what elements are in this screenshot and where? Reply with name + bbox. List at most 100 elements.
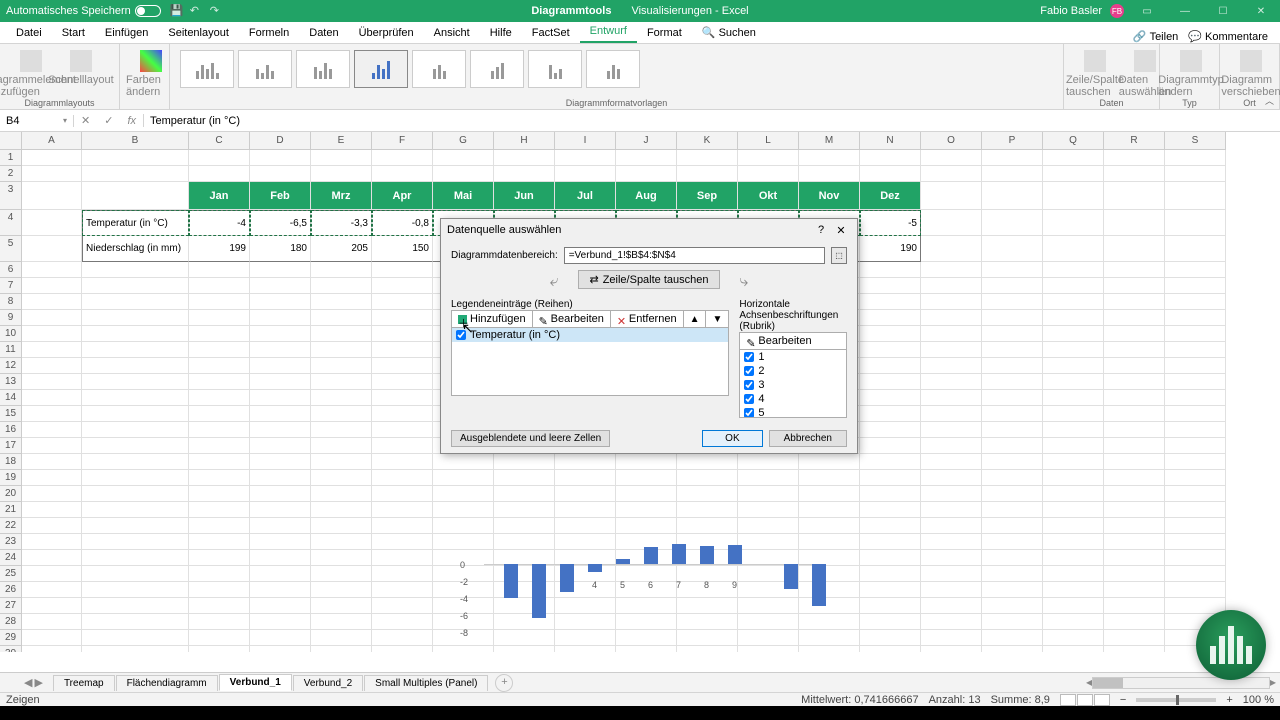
avatar[interactable]: FB bbox=[1110, 4, 1124, 18]
col-header[interactable]: L bbox=[738, 132, 799, 150]
edit-series-button[interactable]: ✎Bearbeiten bbox=[533, 311, 611, 327]
cancel-button[interactable]: Abbrechen bbox=[769, 430, 847, 447]
row-header[interactable]: 8 bbox=[0, 294, 22, 310]
formula-input[interactable]: Temperatur (in °C) bbox=[144, 115, 1280, 127]
row-header[interactable]: 26 bbox=[0, 582, 22, 598]
tab-suchen[interactable]: 🔍 Suchen bbox=[692, 22, 766, 43]
row-header[interactable]: 30 bbox=[0, 646, 22, 652]
add-chart-element-button[interactable]: Diagrammelement hinzufügen bbox=[6, 46, 56, 98]
category-item[interactable]: 1 bbox=[740, 350, 846, 364]
prev-sheet-icon[interactable]: ◀ bbox=[24, 676, 32, 689]
cancel-formula-icon[interactable]: ✕ bbox=[81, 114, 90, 127]
tab-einfuegen[interactable]: Einfügen bbox=[95, 23, 158, 43]
row-header[interactable]: 29 bbox=[0, 630, 22, 646]
row-header[interactable]: 4 bbox=[0, 210, 22, 236]
collapse-ribbon-icon[interactable]: ︿ bbox=[1265, 94, 1274, 107]
minimize-icon[interactable]: — bbox=[1170, 0, 1200, 22]
horizontal-scrollbar[interactable]: ◀ ▶ bbox=[1086, 676, 1276, 690]
series-listbox[interactable]: Temperatur (in °C) bbox=[451, 328, 729, 396]
col-header[interactable]: J bbox=[616, 132, 677, 150]
row-header[interactable]: 22 bbox=[0, 518, 22, 534]
row-header[interactable]: 19 bbox=[0, 470, 22, 486]
tab-daten[interactable]: Daten bbox=[299, 23, 348, 43]
col-header[interactable]: M bbox=[799, 132, 860, 150]
sheet-tab-active[interactable]: Verbund_1 bbox=[219, 674, 292, 691]
col-header[interactable]: I bbox=[555, 132, 616, 150]
sheet-tab[interactable]: Flächendiagramm bbox=[116, 675, 218, 691]
category-item[interactable]: 2 bbox=[740, 364, 846, 378]
row-header[interactable]: 12 bbox=[0, 358, 22, 374]
change-chart-type-button[interactable]: Diagrammtyp ändern bbox=[1166, 46, 1216, 98]
add-series-button[interactable]: ＋Hinzufügen bbox=[452, 311, 533, 327]
category-item[interactable]: 3 bbox=[740, 378, 846, 392]
row-header[interactable]: 24 bbox=[0, 550, 22, 566]
switch-row-column-button[interactable]: ⇄ Zeile/Spalte tauschen bbox=[578, 270, 719, 289]
hidden-cells-button[interactable]: Ausgeblendete und leere Zellen bbox=[451, 430, 610, 447]
chart-data-range-input[interactable] bbox=[564, 247, 825, 264]
add-sheet-icon[interactable]: + bbox=[495, 674, 513, 692]
row-header[interactable]: 28 bbox=[0, 614, 22, 630]
zoom-in-icon[interactable]: + bbox=[1226, 694, 1232, 706]
page-break-icon[interactable] bbox=[1094, 694, 1110, 706]
row-header[interactable]: 5 bbox=[0, 236, 22, 262]
move-down-icon[interactable]: ▼ bbox=[706, 311, 728, 327]
ribbon-display-icon[interactable]: ▭ bbox=[1132, 0, 1162, 22]
zoom-level[interactable]: 100 % bbox=[1243, 694, 1274, 706]
row-header[interactable]: 15 bbox=[0, 406, 22, 422]
chart-style-gallery[interactable] bbox=[176, 46, 1057, 92]
dialog-close-icon[interactable]: ✕ bbox=[831, 224, 851, 237]
ok-button[interactable]: OK bbox=[702, 430, 762, 447]
move-up-icon[interactable]: ▲ bbox=[684, 311, 707, 327]
row-header[interactable]: 11 bbox=[0, 342, 22, 358]
close-icon[interactable]: ✕ bbox=[1246, 0, 1276, 22]
series-item[interactable]: Temperatur (in °C) bbox=[452, 328, 728, 342]
dialog-help-icon[interactable]: ? bbox=[811, 224, 831, 236]
col-header[interactable]: H bbox=[494, 132, 555, 150]
col-header[interactable]: P bbox=[982, 132, 1043, 150]
col-header[interactable]: D bbox=[250, 132, 311, 150]
tab-format[interactable]: Format bbox=[637, 23, 692, 43]
row-header[interactable]: 7 bbox=[0, 278, 22, 294]
fx-icon[interactable]: fx bbox=[127, 115, 136, 127]
col-header[interactable]: S bbox=[1165, 132, 1226, 150]
tab-ansicht[interactable]: Ansicht bbox=[424, 23, 480, 43]
row-header[interactable]: 3 bbox=[0, 182, 22, 210]
tab-seitenlayout[interactable]: Seitenlayout bbox=[158, 23, 239, 43]
page-layout-icon[interactable] bbox=[1077, 694, 1093, 706]
col-header[interactable]: N bbox=[860, 132, 921, 150]
col-header[interactable]: O bbox=[921, 132, 982, 150]
tab-start[interactable]: Start bbox=[52, 23, 95, 43]
row-header[interactable]: 10 bbox=[0, 326, 22, 342]
row-header[interactable]: 16 bbox=[0, 422, 22, 438]
change-colors-button[interactable]: Farben ändern bbox=[126, 46, 176, 98]
zoom-out-icon[interactable]: − bbox=[1120, 694, 1126, 706]
row-header[interactable]: 1 bbox=[0, 150, 22, 166]
row-header[interactable]: 27 bbox=[0, 598, 22, 614]
row-header[interactable]: 14 bbox=[0, 390, 22, 406]
sheet-tab[interactable]: Small Multiples (Panel) bbox=[364, 675, 488, 691]
col-header[interactable]: Q bbox=[1043, 132, 1104, 150]
series-checkbox[interactable] bbox=[456, 330, 466, 340]
enter-formula-icon[interactable]: ✓ bbox=[104, 114, 113, 127]
row-header[interactable]: 2 bbox=[0, 166, 22, 182]
col-header[interactable]: R bbox=[1104, 132, 1165, 150]
edit-axis-button[interactable]: ✎Bearbeiten bbox=[740, 333, 817, 349]
sheet-tab[interactable]: Treemap bbox=[53, 675, 115, 691]
comments-button[interactable]: 💬 Kommentare bbox=[1188, 30, 1268, 43]
zoom-slider[interactable] bbox=[1136, 698, 1216, 702]
move-chart-button[interactable]: Diagramm verschieben bbox=[1226, 46, 1276, 98]
tab-entwurf[interactable]: Entwurf bbox=[580, 21, 637, 43]
select-all-corner[interactable] bbox=[0, 132, 22, 150]
range-picker-icon[interactable]: ⬚ bbox=[831, 247, 847, 264]
row-header[interactable]: 13 bbox=[0, 374, 22, 390]
row-header[interactable]: 23 bbox=[0, 534, 22, 550]
col-header[interactable]: E bbox=[311, 132, 372, 150]
embedded-chart[interactable]: 0 -2 -4 -6 -8 4 5 6 7 8 9 bbox=[460, 560, 830, 650]
tab-ueberpruefen[interactable]: Überprüfen bbox=[349, 23, 424, 43]
row-header[interactable]: 17 bbox=[0, 438, 22, 454]
row-header[interactable]: 6 bbox=[0, 262, 22, 278]
redo-icon[interactable]: ↷ bbox=[210, 4, 224, 18]
col-header[interactable]: K bbox=[677, 132, 738, 150]
col-header[interactable]: A bbox=[22, 132, 82, 150]
save-icon[interactable]: 💾 bbox=[170, 4, 184, 18]
